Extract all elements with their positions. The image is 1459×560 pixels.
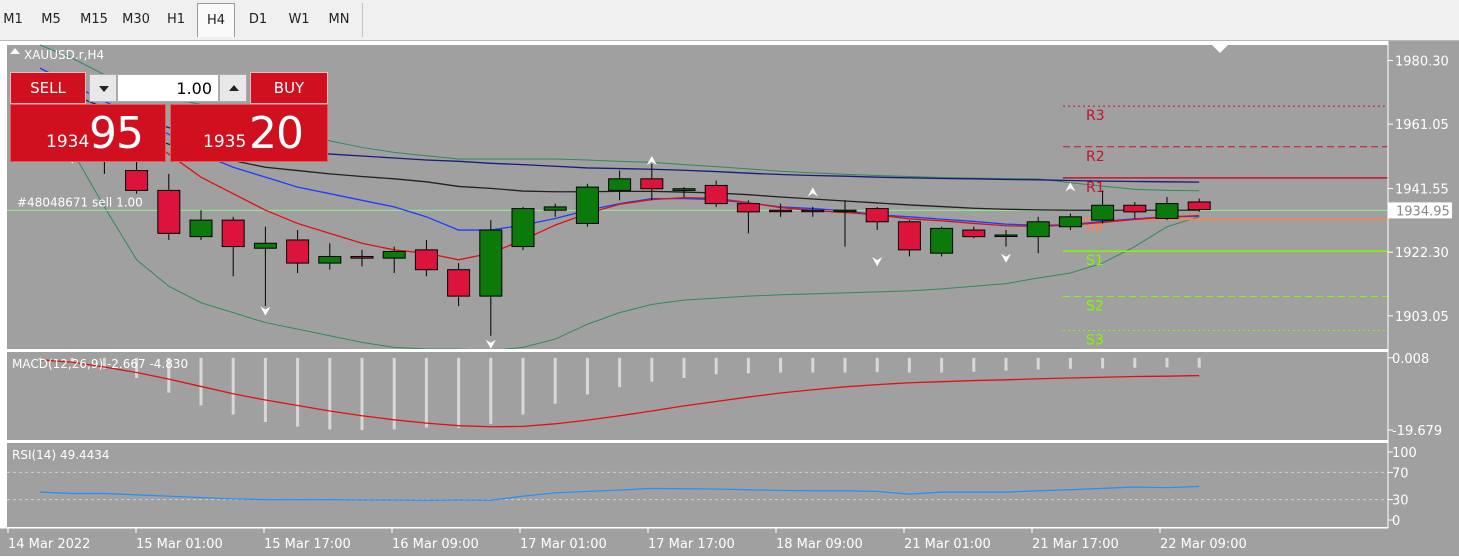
timeframe-m30[interactable]: M30 xyxy=(116,3,156,37)
rsi-axis-label: 0 xyxy=(1392,514,1400,529)
macd-background xyxy=(7,352,1388,440)
sell-button[interactable]: SELL xyxy=(10,72,86,104)
chevron-up-icon xyxy=(229,85,239,91)
lot-size-input[interactable] xyxy=(117,74,219,102)
candle-body xyxy=(1155,203,1179,219)
price-axis-label: 1980.30 xyxy=(1395,55,1449,70)
timeframe-mn[interactable]: MN xyxy=(321,3,357,37)
pivot-label-r1: R1 xyxy=(1086,180,1105,196)
candle xyxy=(511,206,535,250)
candle-body xyxy=(962,229,986,238)
macd-pane[interactable]: MACD(12,26,9) -2.667 -4.830 xyxy=(7,352,1388,440)
rsi-axis-label: 70 xyxy=(1392,466,1409,481)
pivot-label-s1: S1 xyxy=(1086,253,1104,269)
candle-body xyxy=(769,209,793,213)
rsi-label: RSI(14) 49.4434 xyxy=(12,448,110,462)
time-axis-label: 16 Mar 09:00 xyxy=(392,537,479,552)
time-axis-label: 18 Mar 09:00 xyxy=(776,537,863,552)
candle-body xyxy=(511,208,535,248)
time-axis-label: 14 Mar 2022 xyxy=(8,537,90,552)
pivot-label-r2: R2 xyxy=(1086,149,1105,165)
candle-body xyxy=(318,255,342,264)
price-axis-label: 1922.30 xyxy=(1395,246,1449,261)
lot-increase-button[interactable] xyxy=(219,74,247,102)
price-axis-label: 1941.55 xyxy=(1395,183,1449,198)
candle-body xyxy=(350,255,374,259)
time-axis-label: 15 Mar 01:00 xyxy=(136,537,223,552)
chevron-down-icon xyxy=(99,86,109,92)
macd-axis-label: -19.679 xyxy=(1392,424,1442,439)
price-axis-label: 1961.05 xyxy=(1395,118,1449,133)
timeframe-toolbar: M1 M5 M15 M30 H1 H4 D1 W1 MN xyxy=(0,0,1459,41)
buy-price-main: 1935 xyxy=(203,132,247,152)
candle-body xyxy=(414,249,438,271)
time-axis-label: 17 Mar 01:00 xyxy=(520,537,607,552)
rsi-pane[interactable]: RSI(14) 49.4434 xyxy=(7,443,1388,527)
candle-body xyxy=(1058,216,1082,228)
candle-body xyxy=(221,219,245,248)
timeframe-h1[interactable]: H1 xyxy=(158,3,194,37)
candle-body xyxy=(801,209,825,213)
pivot-label-s3: S3 xyxy=(1086,332,1104,348)
sell-price-pips: 95 xyxy=(89,108,144,159)
rsi-background xyxy=(7,443,1388,527)
candle-body xyxy=(125,170,149,191)
rsi-axis-label: 30 xyxy=(1392,494,1409,509)
symbol-label: XAUUSD.r,H4 xyxy=(24,48,104,62)
buy-button[interactable]: BUY xyxy=(250,72,328,104)
candle-body xyxy=(286,239,310,264)
candle-body xyxy=(672,188,696,191)
candle-body xyxy=(865,208,889,223)
candle-body xyxy=(704,184,728,205)
buy-price-button[interactable]: 1935 20 xyxy=(170,104,328,162)
candle-body xyxy=(994,234,1018,237)
lot-decrease-button[interactable] xyxy=(89,74,117,102)
sell-price-main: 1934 xyxy=(46,132,90,152)
candle-body xyxy=(1187,201,1211,211)
candle-body xyxy=(479,229,503,297)
buy-price-pips: 20 xyxy=(249,108,304,159)
macd-label: MACD(12,26,9) -2.667 -4.830 xyxy=(12,357,188,371)
candle-body xyxy=(543,206,567,211)
time-axis-label: 21 Mar 17:00 xyxy=(1032,537,1119,552)
candle-body xyxy=(447,269,471,297)
time-axis-label: 22 Mar 09:00 xyxy=(1160,537,1247,552)
one-click-trading-panel: SELL BUY 1934 95 1935 20 xyxy=(10,72,328,162)
time-axis-label: 15 Mar 17:00 xyxy=(264,537,351,552)
toolbar-separator xyxy=(362,3,363,37)
candle-body xyxy=(897,221,921,251)
timeframe-m15[interactable]: M15 xyxy=(74,3,114,37)
sell-price-button[interactable]: 1934 95 xyxy=(10,104,166,162)
timeframe-h4[interactable]: H4 xyxy=(197,3,235,37)
candle-body xyxy=(930,227,954,254)
candle-body xyxy=(1091,204,1115,221)
timeframe-m1[interactable]: M1 xyxy=(0,3,26,37)
candle-body xyxy=(253,242,277,249)
pivot-label-r3: R3 xyxy=(1086,108,1105,124)
candle-body xyxy=(1026,221,1050,238)
candle-body xyxy=(157,189,181,234)
candle-body xyxy=(1123,204,1147,213)
candle-body xyxy=(736,203,760,213)
price-axis-label: 1903.05 xyxy=(1395,310,1449,325)
candle xyxy=(575,183,599,227)
time-axis-label: 17 Mar 17:00 xyxy=(648,537,735,552)
timeframe-w1[interactable]: W1 xyxy=(281,3,317,37)
candle-body xyxy=(575,186,599,224)
timeframe-d1[interactable]: D1 xyxy=(240,3,276,37)
order-label[interactable]: #48048671 sell 1.00 xyxy=(17,195,143,209)
rsi-axis-label: 100 xyxy=(1392,446,1417,461)
current-price-label: 1934.95 xyxy=(1396,204,1450,219)
time-axis-label: 21 Mar 01:00 xyxy=(904,537,991,552)
candle-body xyxy=(640,178,664,190)
candle xyxy=(930,226,954,257)
candle-body xyxy=(608,178,632,191)
candle-body xyxy=(189,219,213,238)
candle-body xyxy=(833,209,857,213)
candle-body xyxy=(382,251,406,259)
pivot-label-s2: S2 xyxy=(1086,298,1104,314)
macd-axis-label: 0.008 xyxy=(1392,352,1429,367)
timeframe-m5[interactable]: M5 xyxy=(32,3,70,37)
